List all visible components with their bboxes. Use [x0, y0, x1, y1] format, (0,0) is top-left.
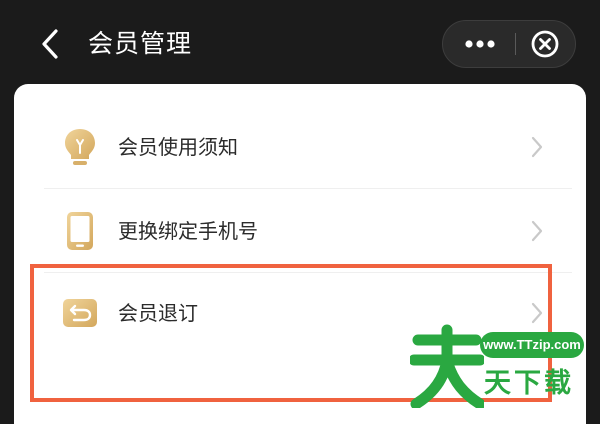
- menu-item-label: 会员使用须知: [118, 135, 238, 159]
- page-title: 会员管理: [88, 29, 193, 58]
- menu-item-change-phone[interactable]: 更换绑定手机号: [14, 196, 586, 266]
- watermark: www.TTzip.com 天下载: [404, 320, 594, 410]
- lightbulb-icon: [60, 126, 100, 168]
- more-button[interactable]: [451, 25, 509, 63]
- capsule-divider: [515, 33, 516, 55]
- close-circle-icon: [531, 30, 559, 58]
- row-divider: [44, 188, 572, 189]
- watermark-url: www.TTzip.com: [483, 337, 581, 352]
- member-management-page: 会员管理 会员使用须知 更换绑定手机号 会员退订 www.TTzip.com 天…: [0, 0, 600, 424]
- menu-item-label: 更换绑定手机号: [118, 219, 258, 243]
- chevron-left-icon: [42, 29, 58, 59]
- chevron-right-icon: [531, 136, 543, 158]
- watermark-name: 天下载: [484, 368, 574, 399]
- back-button[interactable]: [34, 26, 70, 62]
- menu-item-member-notice[interactable]: 会员使用须知: [14, 112, 586, 182]
- chevron-right-icon: [531, 220, 543, 242]
- watermark-url-pill: www.TTzip.com: [480, 332, 584, 358]
- watermark-logo-icon: [410, 324, 484, 408]
- phone-icon: [60, 210, 100, 252]
- close-button[interactable]: [523, 25, 567, 63]
- mini-program-capsule: [442, 20, 576, 68]
- more-dots-icon: [465, 40, 495, 48]
- top-nav-bar: 会员管理: [0, 0, 600, 84]
